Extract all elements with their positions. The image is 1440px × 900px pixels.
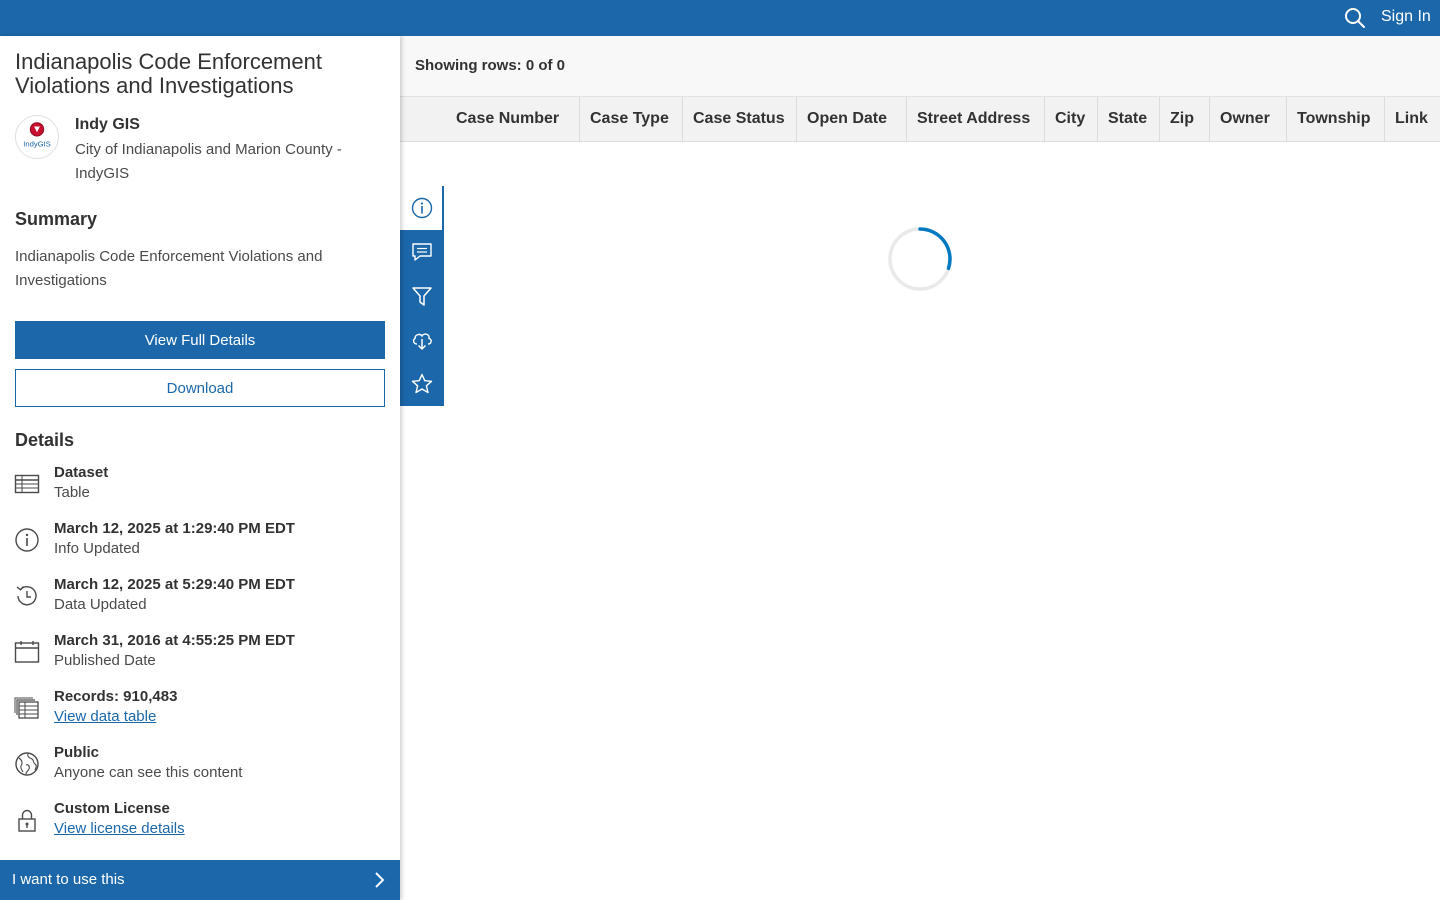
star-icon (411, 373, 433, 394)
info-icon (15, 528, 39, 552)
tab-comments[interactable] (400, 230, 444, 274)
globe-icon (15, 752, 39, 776)
loading-spinner (888, 227, 952, 291)
detail-info-updated: March 12, 2025 at 1:29:40 PM EDT Info Up… (0, 520, 400, 568)
details-heading: Details (15, 430, 75, 450)
column-header[interactable]: Open Date (797, 97, 907, 141)
sign-in-link[interactable]: Sign In (1381, 8, 1431, 26)
view-data-table-link[interactable]: View data table (54, 708, 156, 725)
rows-status-bar: Showing rows: 0 of 0 (400, 36, 1440, 96)
column-header[interactable]: State (1098, 97, 1160, 141)
calendar-icon (14, 641, 40, 663)
organization-name: City of Indianapolis and Marion County -… (75, 141, 342, 182)
view-full-details-button[interactable]: View Full Details (15, 321, 385, 359)
detail-main: March 12, 2025 at 1:29:40 PM EDT (54, 520, 295, 537)
chevron-right-icon (375, 872, 385, 888)
detail-public: Public Anyone can see this content (0, 744, 400, 792)
page-title: Indianapolis Code Enforcement Violations… (15, 49, 322, 98)
info-icon (411, 197, 433, 219)
comment-icon (412, 243, 432, 261)
detail-main: Custom License (54, 800, 170, 817)
lock-icon (18, 809, 36, 832)
use-label: I want to use this (12, 871, 125, 888)
detail-sub: Info Updated (54, 540, 140, 557)
column-header[interactable]: Owner (1210, 97, 1287, 141)
detail-license: Custom License View license details (0, 800, 400, 848)
tab-download[interactable] (400, 318, 444, 362)
top-nav-bar: Sign In (0, 0, 1440, 36)
detail-main: March 31, 2016 at 4:55:25 PM EDT (54, 632, 295, 649)
detail-sub: Table (54, 484, 90, 501)
detail-sub: Published Date (54, 652, 156, 669)
table-header: Case Number Case Type Case Status Open D… (400, 96, 1440, 142)
i-want-to-use-this-button[interactable]: I want to use this (0, 860, 400, 900)
column-header[interactable]: Street Address (907, 97, 1045, 141)
owner-avatar: IndyGIS (15, 115, 59, 159)
detail-sub: Data Updated (54, 596, 147, 613)
side-tab-bar (400, 186, 444, 406)
tab-info[interactable] (400, 186, 444, 230)
tab-favorite[interactable] (400, 362, 444, 406)
column-header[interactable]: Zip (1160, 97, 1210, 141)
summary-text: Indianapolis Code Enforcement Violations… (15, 248, 323, 289)
data-table-view: Showing rows: 0 of 0 Case Number Case Ty… (400, 36, 1440, 900)
detail-main: Dataset (54, 464, 109, 481)
detail-sub: Anyone can see this content (54, 764, 243, 781)
detail-dataset: Dataset Table (0, 464, 400, 512)
detail-data-updated: March 12, 2025 at 5:29:40 PM EDT Data Up… (0, 576, 400, 624)
column-header[interactable]: Link (1385, 97, 1440, 141)
column-header[interactable]: Case Status (683, 97, 797, 141)
item-info-panel: Indianapolis Code Enforcement Violations… (0, 36, 400, 900)
detail-published: March 31, 2016 at 4:55:25 PM EDT Publish… (0, 632, 400, 680)
column-header[interactable]: Case Type (580, 97, 683, 141)
detail-main: March 12, 2025 at 5:29:40 PM EDT (54, 576, 295, 593)
records-icon (14, 697, 39, 719)
filter-icon (412, 287, 432, 306)
column-header[interactable]: City (1045, 97, 1098, 141)
indygis-logo: IndyGIS (23, 122, 51, 149)
search-icon[interactable] (1344, 7, 1366, 29)
detail-records: Records: 910,483 View data table (0, 688, 400, 736)
tab-filter[interactable] (400, 274, 444, 318)
detail-main: Public (54, 744, 100, 761)
owner-name: Indy GIS (75, 116, 140, 133)
view-license-details-link[interactable]: View license details (54, 820, 185, 837)
summary-heading: Summary (15, 209, 98, 229)
column-header[interactable]: Case Number (446, 97, 580, 141)
rows-count: Showing rows: 0 of 0 (415, 57, 566, 74)
detail-main: Records: 910,483 (54, 688, 178, 705)
table-icon (14, 474, 40, 494)
column-header[interactable]: Township (1287, 97, 1385, 141)
history-icon (16, 586, 37, 606)
logo-text: IndyGIS (23, 140, 51, 149)
download-button[interactable]: Download (15, 369, 385, 407)
cloud-download-icon (412, 333, 432, 351)
